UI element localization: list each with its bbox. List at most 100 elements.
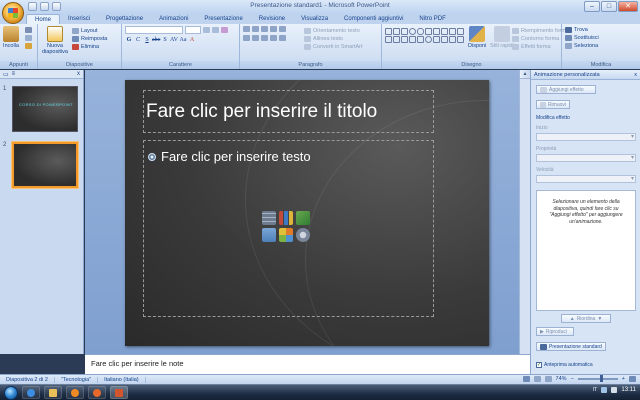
bold-icon[interactable]: G xyxy=(125,36,133,44)
zoom-slider[interactable] xyxy=(577,375,618,382)
shape-arrow2-icon[interactable] xyxy=(449,28,456,35)
paste-button[interactable]: Incolla xyxy=(3,26,19,49)
tab-inserisci[interactable]: Inserisci xyxy=(60,14,98,24)
taskbar-media[interactable] xyxy=(66,386,84,399)
increase-indent-icon[interactable] xyxy=(270,26,277,32)
reset-button[interactable]: Reimposta xyxy=(72,35,107,43)
clock[interactable]: 13:11 xyxy=(621,387,636,393)
tab-nitro-pdf[interactable]: Nitro PDF xyxy=(411,14,453,24)
zoom-in-icon[interactable]: + xyxy=(622,376,625,382)
input-language[interactable]: IT xyxy=(593,387,598,393)
taskbar-explorer[interactable] xyxy=(44,386,62,399)
italic-icon[interactable]: C xyxy=(134,36,142,44)
slideshow-button[interactable]: Presentazione standard xyxy=(536,342,606,351)
shape-outline-button[interactable]: Contorno forma xyxy=(512,35,569,43)
shape-smile-icon[interactable] xyxy=(425,36,432,43)
shape-star-icon[interactable] xyxy=(385,36,392,43)
play-button[interactable]: ▶ Riproduci xyxy=(536,327,574,336)
shape-heart-icon[interactable] xyxy=(417,36,424,43)
notes-pane[interactable]: Fare clic per inserire le note xyxy=(85,354,530,374)
minimize-button[interactable]: – xyxy=(584,1,600,12)
scroll-up-icon[interactable]: ▲ xyxy=(520,70,530,79)
start-button[interactable] xyxy=(4,385,18,400)
move-up-icon[interactable]: ▲ xyxy=(570,316,575,322)
insert-clipart-icon[interactable] xyxy=(279,228,293,242)
shape-line2-icon[interactable] xyxy=(433,28,440,35)
content-placeholder[interactable]: Fare clic per inserire testo xyxy=(143,140,434,317)
vertical-scrollbar[interactable]: ▲ xyxy=(519,70,530,354)
new-slide-button[interactable]: Nuova diapositiva xyxy=(41,26,69,55)
remove-effect-button[interactable]: Rimuovi xyxy=(536,100,570,109)
add-effect-button[interactable]: Aggiungi effetto xyxy=(536,85,596,94)
strikethrough-icon[interactable]: abc xyxy=(152,36,160,44)
fit-slide-icon[interactable] xyxy=(629,376,636,382)
slide-thumbnail-1[interactable]: 1 CORSO DI POWERPOINT xyxy=(0,84,84,134)
font-color-icon[interactable]: A xyxy=(188,36,196,44)
autopreview-checkbox[interactable]: ✓ Anteprima automatica xyxy=(536,362,593,368)
tab-animazioni[interactable]: Animazioni xyxy=(151,14,196,24)
underline-icon[interactable]: S xyxy=(143,36,151,44)
shape-callout2-icon[interactable] xyxy=(441,36,448,43)
tab-visualizza[interactable]: Visualizza xyxy=(293,14,336,24)
slide-sorter-icon[interactable] xyxy=(533,376,541,382)
shadow-icon[interactable]: S xyxy=(161,36,169,44)
arrange-button[interactable]: Disponi xyxy=(468,26,486,49)
shape-callout-icon[interactable] xyxy=(433,36,440,43)
maximize-button[interactable]: □ xyxy=(601,1,617,12)
align-center-icon[interactable] xyxy=(252,35,259,41)
select-button[interactable]: Seleziona xyxy=(565,42,637,50)
property-combo[interactable] xyxy=(536,154,636,162)
change-case-icon[interactable]: Aa xyxy=(179,36,187,44)
animation-list[interactable]: Selezionare un elemento della diapositiv… xyxy=(536,190,636,311)
reorder-control[interactable]: ▲ Riordina ▼ xyxy=(561,314,611,323)
grow-font-icon[interactable] xyxy=(203,27,210,33)
layout-button[interactable]: Layout xyxy=(72,27,107,35)
insert-picture-icon[interactable] xyxy=(262,228,276,242)
delete-slide-button[interactable]: Elimina xyxy=(72,43,107,51)
volume-icon[interactable] xyxy=(611,387,618,393)
slide-thumbnail-2[interactable]: 2 xyxy=(0,140,84,190)
network-icon[interactable] xyxy=(601,387,608,393)
shape-arrow-icon[interactable] xyxy=(393,28,400,35)
taskbar-ie[interactable] xyxy=(22,386,40,399)
shape-triangle-icon[interactable] xyxy=(425,28,432,35)
start-combo[interactable] xyxy=(536,133,636,141)
smartart-button[interactable]: Converti in SmartArt xyxy=(304,43,363,51)
justify-icon[interactable] xyxy=(270,35,277,41)
shape-rounded-rect-icon[interactable] xyxy=(417,28,424,35)
font-name-combo[interactable] xyxy=(125,26,183,34)
spacing-icon[interactable]: AV xyxy=(170,36,178,44)
speed-combo[interactable] xyxy=(536,175,636,183)
normal-view-icon[interactable] xyxy=(522,376,530,382)
text-direction-button[interactable]: Orientamento testo xyxy=(304,27,363,35)
format-painter-icon[interactable] xyxy=(25,43,32,49)
slides-tab[interactable]: ▭ xyxy=(3,71,9,78)
zoom-out-icon[interactable]: − xyxy=(571,376,574,382)
tab-revisione[interactable]: Revisione xyxy=(251,14,293,24)
tab-progettazione[interactable]: Progettazione xyxy=(98,14,151,24)
tab-componenti-aggiuntivi[interactable]: Componenti aggiuntivi xyxy=(336,14,411,24)
tab-presentazione[interactable]: Presentazione xyxy=(196,14,250,24)
tab-home[interactable]: Home xyxy=(26,14,61,24)
shape-brace-icon[interactable] xyxy=(393,36,400,43)
insert-table-icon[interactable] xyxy=(262,211,276,225)
shape-elbow-icon[interactable] xyxy=(441,28,448,35)
shape-oval-icon[interactable] xyxy=(409,28,416,35)
line-spacing-icon[interactable] xyxy=(279,26,286,32)
shapes-gallery[interactable] xyxy=(385,28,464,43)
decrease-indent-icon[interactable] xyxy=(261,26,268,32)
font-size-combo[interactable] xyxy=(185,26,201,34)
cut-icon[interactable] xyxy=(25,27,32,33)
shape-fill-button[interactable]: Riempimento forma xyxy=(512,27,569,35)
taskbar-firefox[interactable] xyxy=(88,386,106,399)
taskpane-close-button[interactable]: x xyxy=(634,72,637,78)
insert-chart-icon[interactable] xyxy=(279,211,293,225)
align-text-button[interactable]: Allinea testo xyxy=(304,35,363,43)
shape-more-icon[interactable] xyxy=(457,36,464,43)
shape-rect-icon[interactable] xyxy=(401,28,408,35)
quick-styles-button[interactable]: Stili rapidi xyxy=(490,26,514,49)
insert-media-icon[interactable] xyxy=(296,228,310,242)
numbering-icon[interactable] xyxy=(252,26,259,32)
office-button[interactable] xyxy=(2,2,24,24)
outline-tab[interactable]: ≡ xyxy=(12,71,16,77)
